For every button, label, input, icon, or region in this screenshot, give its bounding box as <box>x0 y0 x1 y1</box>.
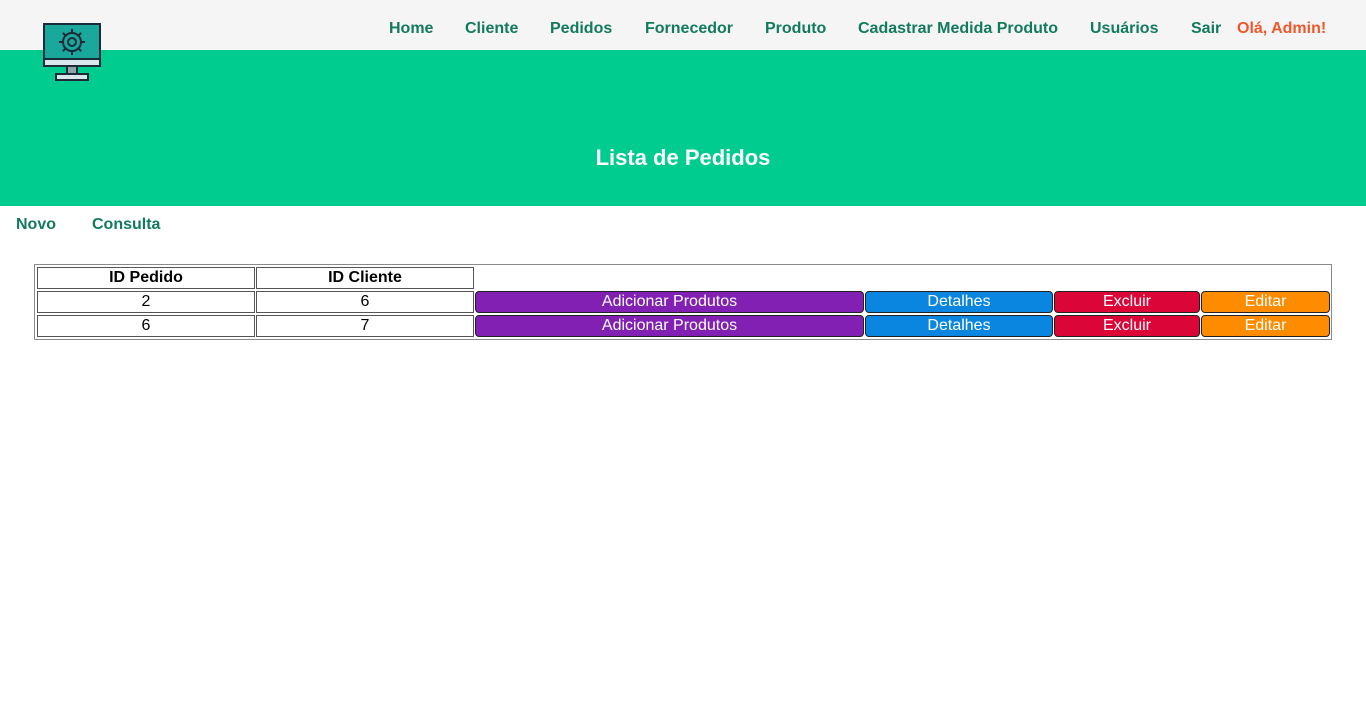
nav-cadastrar-medida-produto[interactable]: Cadastrar Medida Produto <box>858 19 1058 39</box>
nav-cliente[interactable]: Cliente <box>465 19 518 39</box>
nav-produto[interactable]: Produto <box>765 19 826 39</box>
page-title: Lista de Pedidos <box>595 145 771 170</box>
nav-sair[interactable]: Sair <box>1191 19 1221 39</box>
nav-fornecedor[interactable]: Fornecedor <box>645 19 733 39</box>
edit-button[interactable]: Editar <box>1201 315 1330 337</box>
add-products-button[interactable]: Adicionar Produtos <box>475 291 864 313</box>
column-header-id-pedido: ID Pedido <box>37 267 255 289</box>
cell-id-cliente: 7 <box>256 315 474 337</box>
orders-table: ID Pedido ID Cliente 2 6 Adicionar Produ… <box>34 264 1332 340</box>
user-greeting: Olá, Admin! <box>1237 20 1327 37</box>
cell-id-pedido: 6 <box>37 315 255 337</box>
subnav-novo[interactable]: Novo <box>16 215 56 235</box>
delete-button[interactable]: Excluir <box>1054 315 1200 337</box>
edit-button[interactable]: Editar <box>1201 291 1330 313</box>
page-header-banner: Lista de Pedidos <box>0 50 1366 206</box>
main-nav: Home Cliente Pedidos Fornecedor Produto … <box>0 19 1366 41</box>
nav-pedidos[interactable]: Pedidos <box>550 19 612 39</box>
add-products-button[interactable]: Adicionar Produtos <box>475 315 864 337</box>
cell-id-cliente: 6 <box>256 291 474 313</box>
subnav-consulta[interactable]: Consulta <box>92 215 160 235</box>
column-header-id-cliente: ID Cliente <box>256 267 474 289</box>
delete-button[interactable]: Excluir <box>1054 291 1200 313</box>
nav-usuarios[interactable]: Usuários <box>1090 19 1158 39</box>
computer-settings-icon[interactable] <box>43 23 101 81</box>
cell-id-pedido: 2 <box>37 291 255 313</box>
nav-home[interactable]: Home <box>389 19 433 39</box>
details-button[interactable]: Detalhes <box>865 315 1053 337</box>
details-button[interactable]: Detalhes <box>865 291 1053 313</box>
